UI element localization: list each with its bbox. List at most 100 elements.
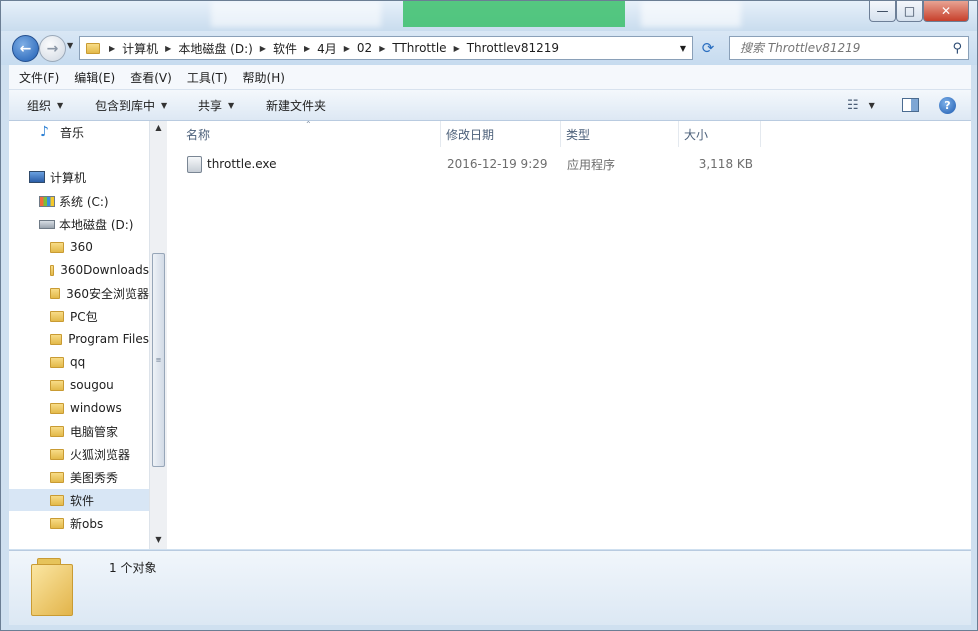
scroll-up-icon[interactable]: ▲: [150, 123, 167, 132]
folder-icon: [50, 517, 64, 529]
breadcrumb-separator-icon[interactable]: ▶: [376, 44, 388, 53]
nav-item-music[interactable]: ♪ 音乐: [9, 121, 149, 143]
nav-item-label: 系统 (C:): [59, 194, 109, 209]
windows-drive-icon: [39, 195, 59, 207]
nav-folder-label: Program Files: [68, 332, 149, 346]
breadcrumb-separator-icon[interactable]: ▶: [451, 44, 463, 53]
menu-view[interactable]: 查看(V): [125, 69, 177, 86]
title-bar: — □ ✕: [1, 1, 977, 31]
breadcrumb-april[interactable]: 4月: [313, 40, 341, 57]
item-count: 1 个对象: [109, 561, 157, 575]
nav-scrollbar[interactable]: ▲ ≡ ▼: [149, 121, 167, 549]
background-ghost-a: [211, 1, 381, 27]
breadcrumb-separator-icon[interactable]: ▶: [301, 44, 313, 53]
command-bar: 组织 ▼ 包含到库中 ▼ 共享 ▼ 新建文件夹 ☷ ▼ ?: [9, 90, 971, 121]
nav-folder-item[interactable]: windows: [9, 397, 149, 419]
menu-edit[interactable]: 编辑(E): [69, 69, 120, 86]
nav-item-drive-c[interactable]: 系统 (C:): [9, 190, 149, 212]
organize-button[interactable]: 组织 ▼: [27, 90, 63, 120]
address-row: ← → ▼ ▶ 计算机 ▶ 本地磁盘 (D:) ▶ 软件 ▶ 4月 ▶ 02 ▶…: [1, 31, 977, 65]
breadcrumb-02[interactable]: 02: [353, 41, 376, 55]
background-ghost-b: [403, 1, 625, 27]
organize-label: 组织: [27, 98, 52, 113]
nav-folder-label: PC包: [70, 309, 98, 324]
details-pane: 1 个对象: [9, 550, 971, 625]
background-ghost-c: [641, 1, 741, 27]
drive-icon: [39, 219, 59, 229]
column-header-type[interactable]: 类型: [561, 121, 679, 147]
file-list-pane: ⌃ 名称 修改日期 类型 大小 throttle.exe 2016-12-19 …: [167, 120, 971, 549]
folder-icon: [50, 471, 64, 483]
new-folder-button[interactable]: 新建文件夹: [266, 90, 326, 120]
folder-icon: [50, 287, 61, 299]
nav-folder-item[interactable]: 360: [9, 236, 149, 258]
search-box[interactable]: ⚲: [729, 36, 969, 60]
column-label: 名称: [186, 127, 211, 142]
nav-folder-item[interactable]: PC包: [9, 305, 149, 327]
chevron-down-icon: ▼: [57, 100, 64, 110]
nav-folder-item[interactable]: 电脑管家: [9, 420, 149, 442]
search-input[interactable]: [738, 40, 947, 56]
nav-folder-item[interactable]: Program Files: [9, 328, 149, 350]
include-library-label: 包含到库中: [95, 98, 156, 113]
large-folder-icon: [31, 558, 75, 616]
search-icon[interactable]: ⚲: [952, 41, 962, 56]
nav-folder-item[interactable]: sougou: [9, 374, 149, 396]
chevron-down-icon: ▼: [161, 100, 168, 110]
column-header-name[interactable]: 名称: [167, 121, 441, 147]
preview-pane-icon[interactable]: [902, 90, 919, 120]
exe-file-icon: [187, 155, 207, 173]
forward-arrow-icon[interactable]: →: [39, 35, 66, 62]
view-options-icon[interactable]: ☷ ▼: [847, 90, 875, 120]
new-folder-label: 新建文件夹: [266, 98, 327, 113]
menu-help[interactable]: 帮助(H): [238, 69, 290, 86]
scroll-down-icon[interactable]: ▼: [150, 535, 167, 544]
nav-item-label: 本地磁盘 (D:): [59, 217, 134, 232]
nav-item-label: 计算机: [50, 170, 87, 185]
breadcrumb-software[interactable]: 软件: [269, 40, 301, 57]
folder-icon: [86, 42, 100, 54]
chevron-down-icon: ▼: [228, 100, 235, 110]
folder-icon: [50, 448, 64, 460]
nav-item-computer[interactable]: 计算机: [9, 166, 149, 188]
maximize-button[interactable]: □: [896, 1, 923, 22]
menu-file[interactable]: 文件(F): [14, 69, 64, 86]
back-arrow-icon[interactable]: ←: [12, 35, 39, 62]
nav-folder-item[interactable]: 美图秀秀: [9, 466, 149, 488]
help-icon[interactable]: ?: [939, 90, 956, 120]
share-button[interactable]: 共享 ▼: [198, 90, 234, 120]
nav-folder-item[interactable]: 火狐浏览器: [9, 443, 149, 465]
folder-icon: [50, 264, 55, 276]
folder-icon: [50, 333, 63, 345]
breadcrumb-separator-icon[interactable]: ▶: [341, 44, 353, 53]
computer-icon: [29, 171, 46, 183]
close-button[interactable]: ✕: [923, 1, 969, 22]
breadcrumb-separator-icon[interactable]: ▶: [257, 44, 269, 53]
column-label: 修改日期: [446, 127, 495, 142]
refresh-icon[interactable]: ⟳: [698, 39, 718, 57]
scroll-thumb[interactable]: ≡: [152, 253, 165, 467]
nav-folder-item[interactable]: 新obs: [9, 512, 149, 534]
nav-folder-item-selected[interactable]: 软件: [9, 489, 149, 511]
menu-tools[interactable]: 工具(T): [182, 69, 233, 86]
address-bar[interactable]: ▶ 计算机 ▶ 本地磁盘 (D:) ▶ 软件 ▶ 4月 ▶ 02 ▶ TThro…: [79, 36, 693, 60]
file-name: throttle.exe: [207, 157, 277, 171]
breadcrumb-throttlev81219[interactable]: Throttlev81219: [463, 41, 563, 55]
folder-icon: [50, 356, 64, 368]
breadcrumb-tthrottle[interactable]: TThrottle: [388, 41, 450, 55]
nav-folder-item[interactable]: 360Downloads: [9, 259, 149, 281]
breadcrumb-drive-d[interactable]: 本地磁盘 (D:): [174, 40, 256, 57]
address-dropdown-icon[interactable]: ▼: [680, 44, 686, 53]
file-row[interactable]: throttle.exe 2016-12-19 9:29 应用程序 3,118 …: [167, 153, 767, 175]
nav-folder-item[interactable]: 360安全浏览器: [9, 282, 149, 304]
column-header-size[interactable]: 大小: [679, 121, 761, 147]
nav-item-drive-d[interactable]: 本地磁盘 (D:): [9, 213, 149, 235]
recent-pages-dropdown[interactable]: ▼: [67, 41, 73, 50]
breadcrumb-separator-icon[interactable]: ▶: [162, 44, 174, 53]
include-library-button[interactable]: 包含到库中 ▼: [95, 90, 167, 120]
nav-folder-item[interactable]: qq: [9, 351, 149, 373]
column-header-modified[interactable]: 修改日期: [441, 121, 561, 147]
breadcrumb-computer[interactable]: 计算机: [118, 40, 162, 57]
minimize-button[interactable]: —: [869, 1, 896, 22]
breadcrumb-separator-icon[interactable]: ▶: [106, 44, 118, 53]
